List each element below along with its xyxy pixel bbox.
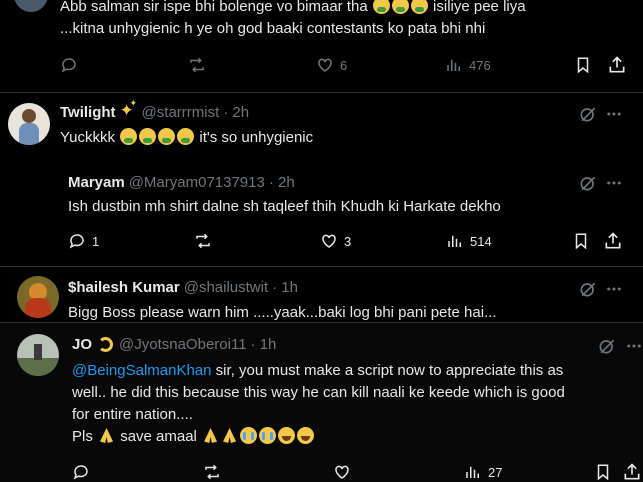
grok-icon[interactable] xyxy=(578,104,598,124)
reply-icon[interactable] xyxy=(72,463,90,481)
tweet-header: $hailesh Kumar @shailustwit · 1h xyxy=(68,279,298,296)
nauseated-face-emoji-icon xyxy=(177,128,195,145)
view-count: 27 xyxy=(488,465,503,480)
timestamp[interactable]: · 1h xyxy=(251,336,277,353)
tweet-text: Bigg Boss please warn him .....yaak...ba… xyxy=(68,304,497,321)
display-name[interactable]: Maryam xyxy=(68,174,125,191)
crying-face-emoji-icon xyxy=(240,427,258,444)
tweet-text-line-2: ...kitna unhygienic h ye oh god baaki co… xyxy=(60,20,486,37)
sparkles-emoji-icon xyxy=(120,98,138,121)
more-icon[interactable] xyxy=(604,280,624,298)
user-handle[interactable]: @Maryam07137913 xyxy=(129,174,265,191)
tweet-4[interactable]: $hailesh Kumar @shailustwit · 1h Bigg Bo… xyxy=(0,267,643,322)
tweet-header: Twilight @starrrmist · 2h xyxy=(60,98,249,121)
tweet-1[interactable]: Abb salman sir ispe bhi bolenge vo bimaa… xyxy=(0,0,643,92)
more-icon[interactable] xyxy=(624,337,643,355)
nauseated-face-emoji-icon xyxy=(158,128,176,145)
bookmark-icon[interactable] xyxy=(572,232,590,250)
timestamp[interactable]: · 1h xyxy=(272,279,298,296)
nauseated-face-emoji-icon xyxy=(391,0,409,14)
avatar[interactable] xyxy=(14,0,48,12)
retweet-icon[interactable] xyxy=(202,463,222,481)
avatar[interactable] xyxy=(17,276,59,318)
like-icon[interactable] xyxy=(316,56,334,74)
tweet-text: Ish dustbin mh shirt dalne sh taqleef th… xyxy=(68,198,501,215)
user-handle[interactable]: @starrrmist xyxy=(142,104,220,121)
tweet-header: Maryam @Maryam07137913 · 2h xyxy=(68,174,295,191)
view-count: 514 xyxy=(470,234,492,249)
retweet-icon[interactable] xyxy=(187,56,207,74)
views-icon[interactable] xyxy=(446,232,464,250)
retweet-icon[interactable] xyxy=(193,232,213,250)
timestamp[interactable]: · 2h xyxy=(269,174,295,191)
tweet-text-line-1: @BeingSalmanKhan sir, you must make a sc… xyxy=(72,361,563,381)
avatar[interactable] xyxy=(17,334,59,376)
tweet-text-part: save amaal xyxy=(120,428,197,445)
bookmark-icon[interactable] xyxy=(594,463,612,481)
timestamp[interactable]: · 2h xyxy=(223,104,249,121)
tweet-text-part: sir, you must make a script now to appre… xyxy=(211,362,564,379)
grok-icon[interactable] xyxy=(597,336,617,356)
tweet-text-part: it's so unhygienic xyxy=(199,129,314,146)
like-count: 6 xyxy=(340,58,348,73)
share-icon[interactable] xyxy=(622,462,642,482)
views-icon[interactable] xyxy=(464,463,482,481)
tweet-text-line-2: well.. he did this because this way he c… xyxy=(72,384,565,401)
views-icon[interactable] xyxy=(445,56,463,74)
nauseated-face-emoji-icon xyxy=(139,128,157,145)
display-name[interactable]: $hailesh Kumar xyxy=(68,279,180,296)
bookmark-icon[interactable] xyxy=(574,56,592,74)
like-icon[interactable] xyxy=(320,232,338,250)
avatar[interactable] xyxy=(8,103,50,145)
reply-icon[interactable] xyxy=(68,232,86,250)
like-icon[interactable] xyxy=(333,463,351,481)
tweet-5[interactable]: JO @JyotsnaOberoi11 · 1h @BeingSalmanKha… xyxy=(0,322,643,482)
tweet-text-line-1: Abb salman sir ispe bhi bolenge vo bimaa… xyxy=(60,0,526,17)
tweet-header: JO @JyotsnaOberoi11 · 1h xyxy=(72,336,276,353)
folded-hands-emoji-icon xyxy=(221,427,238,444)
tweet-text-part: isiliye pee liya xyxy=(433,0,526,15)
grinning-face-emoji-icon xyxy=(297,427,315,444)
more-icon[interactable] xyxy=(604,174,624,192)
grok-icon[interactable] xyxy=(578,173,598,193)
display-name[interactable]: JO xyxy=(72,336,92,353)
tweet-2[interactable]: Twilight @starrrmist · 2h Yuckkkk it's s… xyxy=(0,93,643,266)
folded-hands-emoji-icon xyxy=(98,427,115,444)
grok-icon[interactable] xyxy=(578,279,598,299)
nauseated-face-emoji-icon xyxy=(120,128,138,145)
folded-hands-emoji-icon xyxy=(202,427,219,444)
display-name[interactable]: Twilight xyxy=(60,104,116,121)
user-mention-link[interactable]: @BeingSalmanKhan xyxy=(72,362,211,379)
user-handle[interactable]: @shailustwit xyxy=(184,279,268,296)
tweet-text-line-3: for entire nation.... xyxy=(72,406,193,423)
reply-icon[interactable] xyxy=(60,56,78,74)
grinning-face-emoji-icon xyxy=(278,427,296,444)
reply-count: 1 xyxy=(92,234,100,249)
crying-face-emoji-icon xyxy=(259,427,277,444)
like-count: 3 xyxy=(344,234,352,249)
tweet-text: Yuckkkk it's so unhygienic xyxy=(60,128,313,148)
dizzy-emoji-icon xyxy=(97,336,114,353)
share-icon[interactable] xyxy=(607,55,627,75)
nauseated-face-emoji-icon xyxy=(410,0,428,14)
user-handle[interactable]: @JyotsnaOberoi11 xyxy=(119,336,247,353)
share-icon[interactable] xyxy=(603,231,623,251)
tweet-text-part: Abb salman sir ispe bhi bolenge vo bimaa… xyxy=(60,0,368,15)
nauseated-face-emoji-icon xyxy=(372,0,390,14)
more-icon[interactable] xyxy=(604,105,624,123)
tweet-text-line-4: Pls save amaal xyxy=(72,427,315,447)
tweet-text-part: Yuckkkk xyxy=(60,129,116,146)
tweet-text-part: Pls xyxy=(72,428,93,445)
view-count: 476 xyxy=(469,58,491,73)
